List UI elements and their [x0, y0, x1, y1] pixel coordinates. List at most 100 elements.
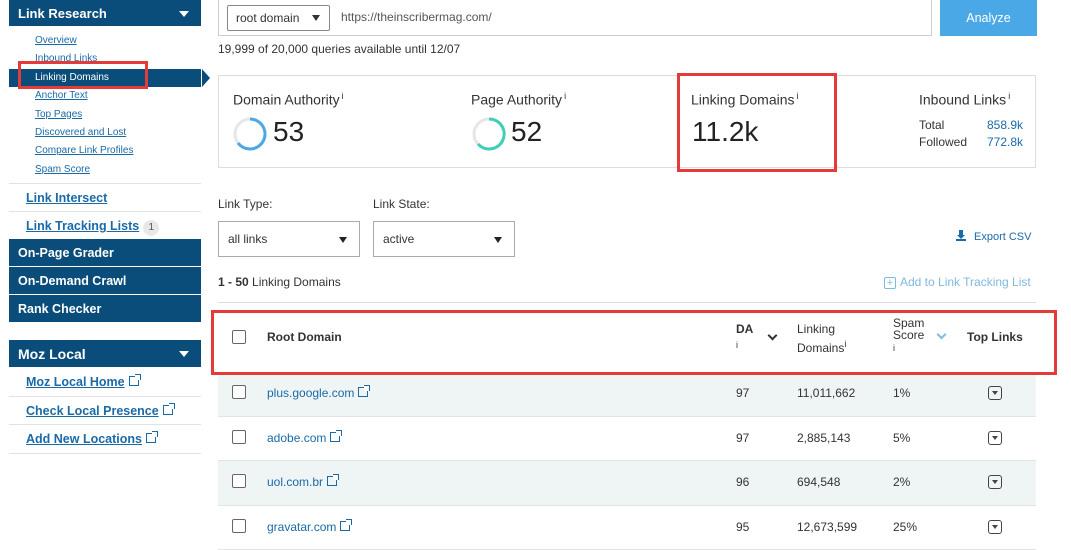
row-spam-score: 1%	[893, 386, 911, 400]
row-domain-link[interactable]: adobe.com	[267, 429, 343, 445]
sidebar-item-top-pages[interactable]: Top Pages	[9, 106, 201, 124]
link-type-select[interactable]: all links	[218, 221, 360, 257]
sidebar-item-add-new-locations[interactable]: Add New Locations	[9, 425, 201, 454]
sidebar-item-check-local-presence[interactable]: Check Local Presence	[9, 397, 201, 426]
sidebar-item-anchor-text[interactable]: Anchor Text	[9, 87, 201, 105]
moz-local-home-label: Moz Local Home	[26, 375, 125, 390]
linking-domains-value: 11.2k	[692, 116, 759, 147]
link-tracking-count-badge: 1	[143, 220, 160, 237]
moz-local-label: Moz Local	[18, 346, 86, 363]
sidebar-item-on-page-grader[interactable]: On-Page Grader	[9, 239, 201, 268]
table-header: Root Domain DA i Linking Domainsi Spam Scor…	[218, 315, 1036, 375]
link-research-label: Link Research	[18, 6, 107, 21]
sort-chevron-icon[interactable]	[936, 329, 947, 340]
inbound-followed-value[interactable]: 772.8k	[987, 135, 1023, 149]
metrics-card: Domain Authority i 53 Page Authority i 52 …	[218, 75, 1036, 168]
sidebar-item-compare-profiles[interactable]: Compare Link Profiles	[9, 142, 201, 160]
expand-top-links-icon[interactable]	[988, 430, 1002, 445]
page-authority-value: 52	[511, 116, 543, 147]
external-link-icon	[330, 429, 343, 442]
row-linking-domains: 11,011,662	[797, 386, 856, 400]
sidebar-item-spam-score[interactable]: Spam Score	[9, 161, 201, 179]
page-authority-ring	[472, 117, 506, 151]
page-authority-label: Page Authority i	[471, 91, 567, 108]
sidebar-item-overview[interactable]: Overview	[9, 32, 201, 50]
analyze-button[interactable]: Analyze	[940, 0, 1037, 36]
row-da: 96	[736, 475, 750, 489]
inbound-followed-row: Followed 772.8k	[919, 135, 1023, 149]
domain-authority-value: 53	[273, 116, 305, 147]
header-spam-score[interactable]: Spam Score i	[893, 317, 924, 354]
export-csv-button[interactable]: Export CSV	[956, 229, 1031, 243]
url-input[interactable]: https://theinscribermag.com/	[341, 10, 492, 24]
row-linking-domains: 2,885,143	[797, 430, 851, 445]
sort-desc-icon[interactable]	[767, 330, 778, 341]
sidebar-item-rank-checker[interactable]: Rank Checker	[9, 295, 201, 324]
row-linking-domains: 12,673,599	[797, 519, 858, 534]
table-row: plus.google.com 97 11,011,662 1%	[218, 372, 1036, 417]
scope-select-value: root domain	[236, 11, 300, 25]
expand-top-links-icon[interactable]	[988, 475, 1002, 489]
sidebar-item-link-intersect[interactable]: Link Intersect	[9, 183, 201, 211]
row-spam-score: 2%	[893, 475, 911, 489]
inbound-total-value[interactable]: 858.9k	[987, 118, 1023, 132]
results-range-count: 1 - 50	[218, 275, 249, 289]
download-icon	[956, 230, 966, 241]
moz-local-header[interactable]: Moz Local	[9, 340, 201, 369]
row-da: 97	[736, 430, 750, 445]
table-row: gravatar.com 95 12,673,599 25%	[218, 506, 1036, 550]
row-checkbox[interactable]	[232, 518, 246, 533]
search-bar: root domain https://theinscribermag.com/	[218, 0, 932, 36]
row-checkbox[interactable]	[232, 474, 246, 488]
caret-down-icon	[179, 11, 189, 17]
row-checkbox[interactable]	[232, 429, 246, 444]
external-link-icon	[340, 518, 353, 531]
link-state-value: active	[383, 232, 415, 246]
sidebar-item-on-demand-crawl[interactable]: On-Demand Crawl	[9, 267, 201, 296]
info-icon[interactable]: i	[564, 91, 566, 101]
sidebar: Link Research Overview Inbound Links Lin…	[9, 0, 210, 454]
expand-top-links-icon[interactable]	[988, 386, 1002, 400]
expand-top-links-icon[interactable]	[988, 519, 1002, 534]
chevron-down-icon	[494, 237, 502, 243]
row-domain-link[interactable]: plus.google.com	[267, 385, 371, 400]
link-type-value: all links	[228, 232, 268, 246]
sidebar-item-linking-domains[interactable]: Linking Domains	[9, 68, 210, 88]
inbound-total-row: Total 858.9k	[919, 118, 1023, 132]
row-checkbox[interactable]	[232, 385, 246, 399]
chevron-down-icon	[339, 237, 347, 243]
info-icon[interactable]: i	[342, 91, 344, 101]
header-linking-domains[interactable]: Linking Domainsi	[797, 322, 846, 356]
external-link-icon	[327, 474, 340, 486]
sidebar-item-moz-local-home[interactable]: Moz Local Home	[9, 368, 201, 397]
table-row: uol.com.br 96 694,548 2%	[218, 461, 1036, 506]
link-state-label: Link State:	[373, 197, 430, 211]
divider	[218, 302, 1036, 303]
inbound-links-label: Inbound Links i	[919, 91, 1011, 108]
scope-select[interactable]: root domain	[227, 5, 330, 31]
add-to-tracking-list-button[interactable]: + Add to Link Tracking List	[884, 275, 1031, 289]
sidebar-item-discovered-lost[interactable]: Discovered and Lost	[9, 124, 201, 142]
header-da[interactable]: DA i	[736, 322, 753, 353]
link-research-header[interactable]: Link Research	[9, 0, 201, 27]
link-state-select[interactable]: active	[373, 221, 515, 257]
moz-local-section: Moz Local Moz Local Home Check Local Pre…	[9, 340, 201, 454]
results-range-label: Linking Domains	[252, 275, 341, 289]
sidebar-item-inbound-links[interactable]: Inbound Links	[9, 50, 201, 68]
info-icon[interactable]: i	[1008, 91, 1010, 101]
inbound-followed-label: Followed	[919, 135, 968, 149]
sidebar-item-link-tracking[interactable]: Link Tracking Lists 1	[9, 211, 201, 239]
row-domain-link[interactable]: gravatar.com	[267, 518, 353, 534]
header-top-links: Top Links	[967, 330, 1023, 344]
external-link-icon	[162, 402, 175, 415]
row-domain-link[interactable]: uol.com.br	[267, 474, 340, 489]
info-icon[interactable]: i	[797, 91, 799, 101]
select-all-checkbox[interactable]	[232, 330, 246, 344]
add-new-locations-label: Add New Locations	[26, 432, 142, 447]
export-csv-label: Export CSV	[974, 231, 1032, 243]
external-link-icon	[128, 374, 141, 387]
external-link-icon	[145, 431, 158, 444]
row-da: 97	[736, 386, 750, 400]
results-range: 1 - 50 Linking Domains	[218, 275, 341, 289]
caret-down-icon	[179, 351, 189, 358]
